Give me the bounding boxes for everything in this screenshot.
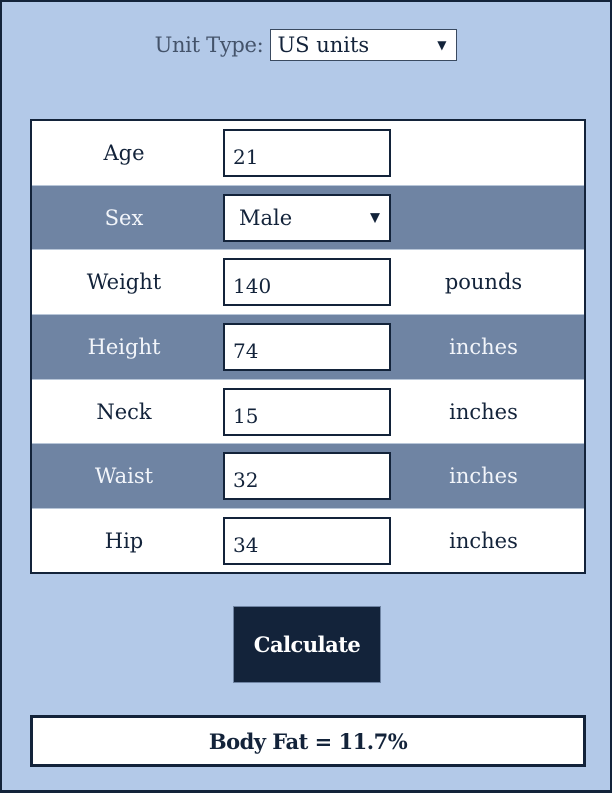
form-row-weight: Weight pounds <box>32 250 584 316</box>
hip-unit: inches <box>449 528 518 553</box>
sex-label: Sex <box>104 205 144 230</box>
unit-type-value: US units <box>277 33 370 57</box>
hip-label: Hip <box>104 528 144 553</box>
waist-label: Waist <box>94 464 154 489</box>
chevron-down-icon: ▼ <box>437 38 447 52</box>
hip-input[interactable] <box>223 516 391 565</box>
weight-input[interactable] <box>223 258 391 307</box>
neck-unit: inches <box>449 399 518 424</box>
neck-label: Neck <box>96 399 152 424</box>
body-fat-result: Body Fat = 11.7% <box>30 715 586 767</box>
calculator-page: Unit Type: US units ▼ Age Sex Male ▼ Wei… <box>0 0 612 793</box>
weight-label: Weight <box>86 270 162 295</box>
form-row-neck: Neck inches <box>32 380 584 445</box>
unit-type-label: Unit Type: <box>154 33 264 57</box>
sex-value: Male <box>239 205 293 230</box>
form-row-hip: Hip inches <box>32 509 584 573</box>
height-label: Height <box>87 334 161 359</box>
waist-unit: inches <box>449 464 518 489</box>
form-row-age: Age <box>32 121 584 186</box>
neck-input[interactable] <box>223 387 391 436</box>
height-input[interactable] <box>223 322 391 371</box>
form-row-height: Height inches <box>32 315 584 380</box>
sex-select[interactable]: Male ▼ <box>223 193 391 242</box>
calculate-button[interactable]: Calculate <box>233 606 381 683</box>
age-label: Age <box>103 140 145 165</box>
height-unit: inches <box>449 334 518 359</box>
chevron-down-icon: ▼ <box>370 210 380 226</box>
form-row-sex: Sex Male ▼ <box>32 185 584 251</box>
unit-type-select[interactable]: US units ▼ <box>270 29 458 61</box>
age-input[interactable] <box>223 128 391 177</box>
waist-input[interactable] <box>223 452 391 501</box>
form-row-waist: Waist inches <box>32 444 584 510</box>
weight-unit: pounds <box>444 270 523 295</box>
body-measurements-form: Age Sex Male ▼ Weight pounds Height inch… <box>30 119 586 574</box>
unit-type-row: Unit Type: US units ▼ <box>2 29 610 61</box>
